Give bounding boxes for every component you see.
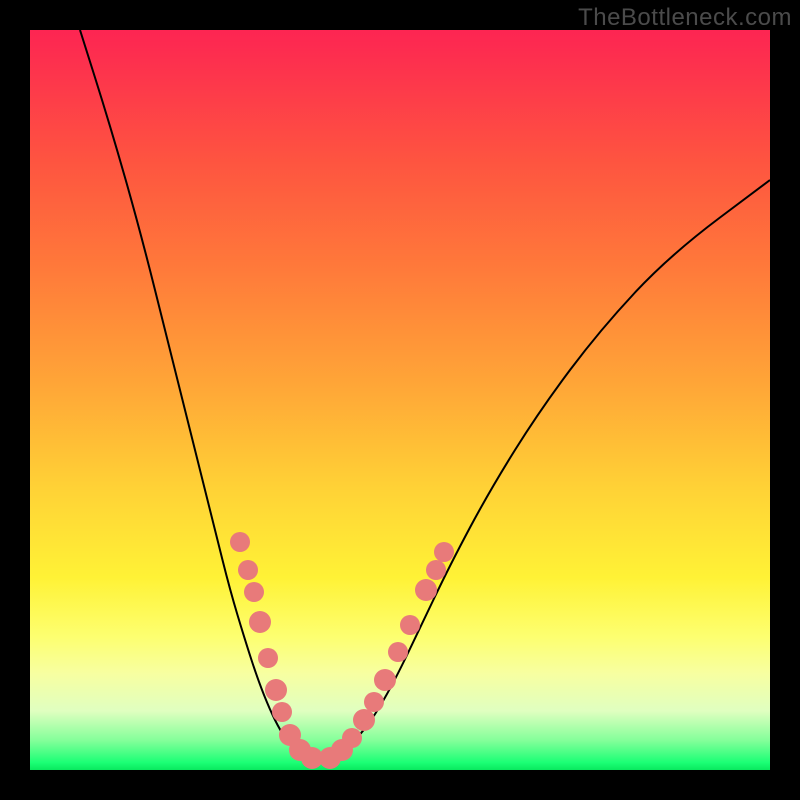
curve-marker (415, 579, 437, 601)
curve-marker (244, 582, 264, 602)
chart-svg (30, 30, 770, 770)
marker-group (230, 532, 454, 769)
curve-marker (374, 669, 396, 691)
curve-marker (265, 679, 287, 701)
curve-marker (388, 642, 408, 662)
curve-marker (249, 611, 271, 633)
curve-marker (272, 702, 292, 722)
curve-marker (258, 648, 278, 668)
curve-marker (426, 560, 446, 580)
chart-plot-area (30, 30, 770, 770)
curve-marker (353, 709, 375, 731)
curve-marker (434, 542, 454, 562)
bottleneck-curve (80, 30, 770, 759)
curve-marker (400, 615, 420, 635)
curve-marker (364, 692, 384, 712)
watermark-text: TheBottleneck.com (578, 4, 792, 32)
curve-marker (230, 532, 250, 552)
curve-marker (238, 560, 258, 580)
curve-marker (342, 728, 362, 748)
